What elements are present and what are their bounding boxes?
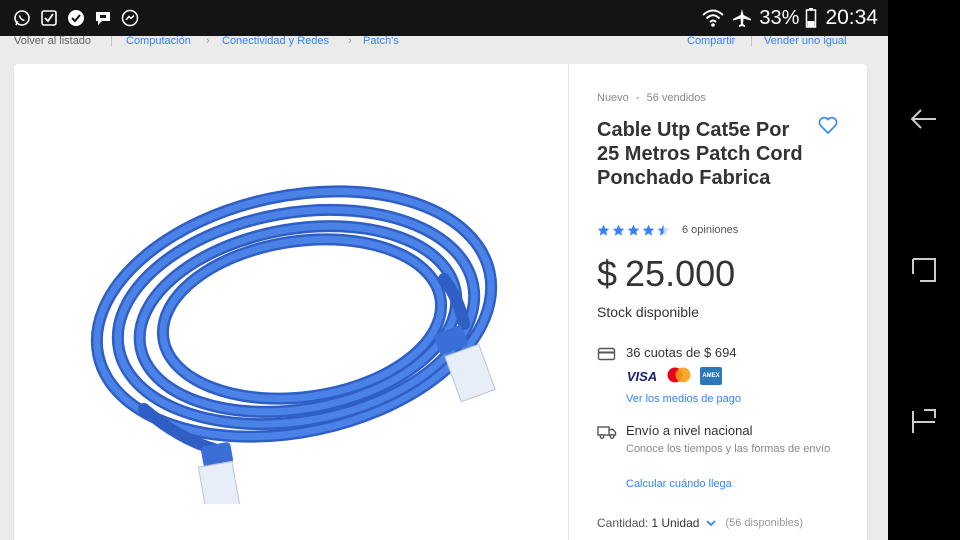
breadcrumb-separator: | <box>750 36 753 47</box>
breadcrumb-item-patchs[interactable]: Patch's <box>363 36 399 47</box>
star-full-icon <box>597 224 610 236</box>
card-logos: VISA AMEX <box>626 365 722 387</box>
star-full-icon <box>627 224 640 236</box>
airplane-icon <box>733 9 752 27</box>
navigation-bar <box>888 0 960 540</box>
breadcrumb: Volver al listado | Computación › Conect… <box>14 36 874 50</box>
installments-text: 36 cuotas de $ 694 <box>626 345 737 360</box>
chevron-down-icon[interactable] <box>705 517 717 529</box>
condition-line: Nuevo - 56 vendidos <box>597 92 706 104</box>
condition: Nuevo <box>597 92 629 104</box>
payment-methods-link[interactable]: Ver los medios de pago <box>626 393 741 405</box>
messenger-icon <box>121 9 139 27</box>
shipping-description: Conoce los tiempos y las formas de envío <box>626 443 831 455</box>
chevron-right-icon: › <box>206 36 210 47</box>
product-image[interactable] <box>84 149 514 504</box>
battery-icon <box>806 8 817 28</box>
breadcrumb-item-conectividad[interactable]: Conectividad y Redes <box>222 36 329 47</box>
checkbox-icon <box>40 9 58 27</box>
quantity-value[interactable]: 1 Unidad <box>651 516 699 530</box>
share-link[interactable]: Compartir <box>687 36 735 47</box>
heart-icon[interactable] <box>817 114 839 136</box>
star-rating <box>597 224 672 237</box>
back-to-listing-link[interactable]: Volver al listado <box>14 36 91 47</box>
clock: 20:34 <box>825 6 878 29</box>
price-currency: $ <box>597 253 618 294</box>
star-half-icon <box>657 224 670 236</box>
visa-logo: VISA <box>626 368 658 384</box>
sold-count: 56 vendidos <box>646 92 706 104</box>
amex-logo: AMEX <box>700 367 722 385</box>
chevron-right-icon: › <box>348 36 352 47</box>
shipping-title: Envío a nivel nacional <box>626 423 753 438</box>
back-arrow-icon[interactable] <box>910 105 938 133</box>
price: $25.000 <box>597 254 735 294</box>
price-amount: 25.000 <box>625 253 736 294</box>
credit-card-icon <box>597 346 617 362</box>
sell-similar-link[interactable]: Vender uno igual <box>764 36 847 47</box>
chat-bubble-icon <box>94 9 112 27</box>
breadcrumb-separator: | <box>110 36 113 47</box>
available-count: (56 disponibles) <box>725 517 804 529</box>
quantity-label: Cantidad: <box>597 516 649 530</box>
quantity-selector[interactable]: Cantidad: 1 Unidad (56 disponibles) <box>597 516 803 530</box>
product-title: Cable Utp Cat5e Por 25 Metros Patch Cord… <box>597 119 803 189</box>
battery-percent: 33% <box>759 6 800 29</box>
recent-apps-icon[interactable] <box>910 256 938 284</box>
condition-separator: - <box>635 92 640 104</box>
stock-status: Stock disponible <box>597 304 699 320</box>
product-gallery <box>14 64 568 540</box>
status-bar: 33% 20:34 <box>0 0 888 36</box>
product-info: Nuevo - 56 vendidos Cable Utp Cat5e Por … <box>597 64 857 540</box>
wifi-icon <box>702 9 725 27</box>
card-divider <box>568 64 569 540</box>
truck-icon <box>597 424 617 440</box>
product-page: Volver al listado | Computación › Conect… <box>0 36 888 540</box>
whatsapp-icon <box>13 9 31 27</box>
switch-apps-icon[interactable] <box>910 408 938 436</box>
product-card: Nuevo - 56 vendidos Cable Utp Cat5e Por … <box>14 64 867 540</box>
breadcrumb-item-computacion[interactable]: Computación <box>126 36 191 47</box>
rating[interactable]: 6 opiniones <box>597 222 738 238</box>
mastercard-logo <box>664 366 694 386</box>
star-full-icon <box>612 224 625 236</box>
calculate-shipping-link[interactable]: Calcular cuándo llega <box>626 478 732 490</box>
sync-icon <box>67 9 85 27</box>
star-full-icon <box>642 224 655 236</box>
reviews-count[interactable]: 6 opiniones <box>682 224 738 236</box>
